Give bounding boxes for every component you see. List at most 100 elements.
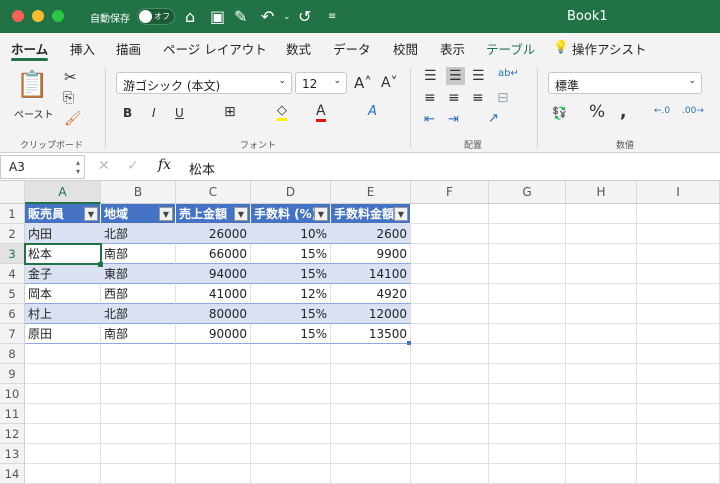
cell[interactable]: [637, 464, 720, 484]
align-left-icon[interactable]: ≡: [424, 90, 436, 106]
cell[interactable]: [331, 424, 411, 444]
cell[interactable]: [251, 384, 331, 404]
filter-dropdown-icon[interactable]: ▼: [159, 207, 173, 221]
name-box[interactable]: A3 ▴ ▾: [0, 155, 85, 179]
cell[interactable]: [25, 344, 101, 364]
cell[interactable]: [489, 404, 566, 424]
cell[interactable]: [637, 304, 720, 324]
row-header-13[interactable]: 13: [0, 444, 25, 464]
increase-font-size-icon[interactable]: A˄: [354, 74, 372, 92]
cell[interactable]: [489, 284, 566, 304]
table-cell[interactable]: 南部: [101, 324, 176, 344]
comma-style-icon[interactable]: ,: [620, 102, 626, 122]
cell[interactable]: [566, 364, 637, 384]
column-header-a[interactable]: A: [25, 181, 101, 204]
table-cell[interactable]: 9900: [331, 244, 411, 264]
cell[interactable]: [331, 344, 411, 364]
format-painter-icon[interactable]: 🖌: [64, 111, 82, 127]
merge-cells-icon[interactable]: ⊟: [497, 90, 509, 106]
table-cell[interactable]: 岡本: [25, 284, 101, 304]
row-header-10[interactable]: 10: [0, 384, 25, 404]
row-header-3[interactable]: 3: [0, 244, 25, 264]
table-cell[interactable]: 内田: [25, 224, 101, 244]
table-cell[interactable]: 西部: [101, 284, 176, 304]
table-cell[interactable]: 15%: [251, 304, 331, 324]
cell[interactable]: [101, 404, 176, 424]
cell[interactable]: [101, 464, 176, 484]
cell[interactable]: [251, 344, 331, 364]
table-cell[interactable]: 村上: [25, 304, 101, 324]
tab-view[interactable]: 表示: [440, 39, 465, 58]
select-all-button[interactable]: [0, 181, 25, 204]
decrease-decimal-icon[interactable]: .00→: [682, 106, 704, 116]
table-header-cell[interactable]: 販売員 ▼: [25, 204, 101, 224]
italic-button[interactable]: I: [152, 106, 156, 120]
cell[interactable]: [411, 284, 489, 304]
cell[interactable]: [566, 324, 637, 344]
cell[interactable]: [637, 424, 720, 444]
cell[interactable]: [566, 304, 637, 324]
row-header-8[interactable]: 8: [0, 344, 25, 364]
borders-icon[interactable]: ⊞: [224, 104, 236, 120]
decrease-font-size-icon[interactable]: A˅: [381, 75, 398, 91]
row-header-14[interactable]: 14: [0, 464, 25, 484]
cell[interactable]: [637, 384, 720, 404]
tab-page-layout[interactable]: ページ レイアウト: [163, 39, 267, 58]
cell[interactable]: [489, 244, 566, 264]
cell[interactable]: [101, 444, 176, 464]
table-cell[interactable]: 10%: [251, 224, 331, 244]
align-center-icon[interactable]: ≡: [448, 90, 460, 106]
cell[interactable]: [489, 304, 566, 324]
filter-dropdown-icon[interactable]: ▼: [234, 207, 248, 221]
row-header-5[interactable]: 5: [0, 284, 25, 304]
enter-icon[interactable]: ✓: [127, 158, 139, 174]
column-header-g[interactable]: G: [489, 181, 566, 204]
cell[interactable]: [566, 244, 637, 264]
cell[interactable]: [637, 364, 720, 384]
table-cell[interactable]: 13500: [331, 324, 411, 344]
undo-icon[interactable]: ↶: [261, 7, 274, 26]
cell[interactable]: [411, 424, 489, 444]
cell[interactable]: [331, 384, 411, 404]
percent-style-icon[interactable]: %: [589, 102, 605, 122]
column-header-b[interactable]: B: [101, 181, 176, 204]
row-header-11[interactable]: 11: [0, 404, 25, 424]
align-right-icon[interactable]: ≡: [472, 90, 484, 106]
table-cell[interactable]: 4920: [331, 284, 411, 304]
worksheet-grid[interactable]: A B C D E F G H I 1 2 3 4 5 6 7 8 9 10 11 12 13 14 販売員 ▼ 地域 ▼ 売上金額 ▼…: [0, 181, 720, 484]
cell[interactable]: [489, 344, 566, 364]
cancel-icon[interactable]: ✕: [98, 158, 110, 174]
accounting-format-icon[interactable]: 💱: [552, 106, 567, 120]
edit-icon[interactable]: ✎: [234, 7, 247, 26]
paste-label[interactable]: ペースト: [14, 106, 54, 121]
cell[interactable]: [489, 324, 566, 344]
cell[interactable]: [25, 404, 101, 424]
row-header-12[interactable]: 12: [0, 424, 25, 444]
cell[interactable]: [566, 424, 637, 444]
cell[interactable]: [251, 444, 331, 464]
table-cell[interactable]: 41000: [176, 284, 251, 304]
cell[interactable]: [411, 324, 489, 344]
cell[interactable]: [251, 464, 331, 484]
table-cell[interactable]: 14100: [331, 264, 411, 284]
cell[interactable]: [101, 364, 176, 384]
table-cell[interactable]: 15%: [251, 244, 331, 264]
cell[interactable]: [331, 464, 411, 484]
font-color-icon[interactable]: A: [316, 103, 326, 122]
cell[interactable]: [176, 464, 251, 484]
table-cell[interactable]: 26000: [176, 224, 251, 244]
customize-toolbar-icon[interactable]: ≡: [328, 11, 336, 22]
cell[interactable]: [489, 224, 566, 244]
decrease-indent-icon[interactable]: ⇤: [424, 112, 435, 127]
wrap-text-icon[interactable]: ab↵: [498, 68, 519, 79]
cell[interactable]: [176, 404, 251, 424]
table-header-cell[interactable]: 手数料 (%) ▼: [251, 204, 331, 224]
table-cell[interactable]: 15%: [251, 264, 331, 284]
table-cell[interactable]: 12000: [331, 304, 411, 324]
filter-dropdown-icon[interactable]: ▼: [84, 207, 98, 221]
close-window-button[interactable]: [12, 10, 24, 22]
font-name-select[interactable]: 游ゴシック (本文) ⌄: [116, 72, 292, 94]
row-header-2[interactable]: 2: [0, 224, 25, 244]
table-cell[interactable]: 金子: [25, 264, 101, 284]
cell[interactable]: [176, 364, 251, 384]
